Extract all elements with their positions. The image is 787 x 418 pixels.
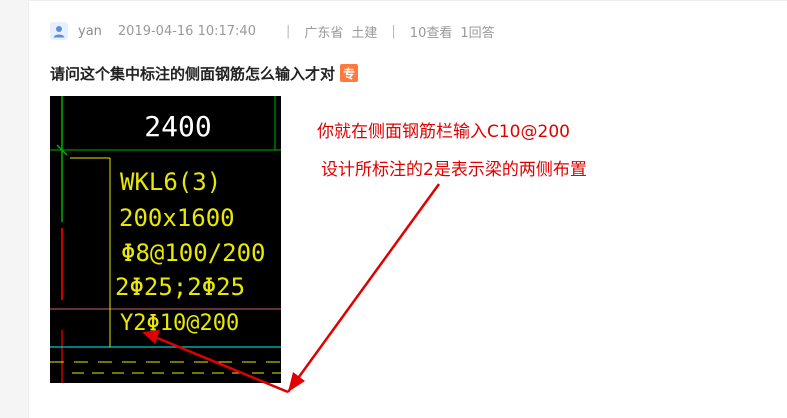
username-link[interactable]: yan (78, 24, 102, 39)
avatar[interactable] (50, 22, 68, 40)
view-count: 10查看 (409, 25, 453, 41)
category-label: 土建 (351, 25, 378, 41)
post-time: 2019-04-16 10:17:40 (117, 23, 256, 39)
expert-badge: 专 (340, 64, 359, 82)
question-title-text[interactable]: 请问这个集中标注的侧面钢筋怎么输入才对 (50, 63, 335, 84)
question-meta: yan 2019-04-16 10:17:40 | 广东省 土建 | 10查看 … (50, 21, 495, 41)
meta-divider: | (285, 23, 291, 39)
region-label: 广东省 (304, 25, 344, 41)
meta-divider: | (391, 23, 396, 39)
answer-count: 1回答 (460, 25, 495, 41)
user-avatar-icon (53, 26, 65, 38)
question-title[interactable]: 请问这个集中标注的侧面钢筋怎么输入才对 专 (50, 63, 359, 84)
